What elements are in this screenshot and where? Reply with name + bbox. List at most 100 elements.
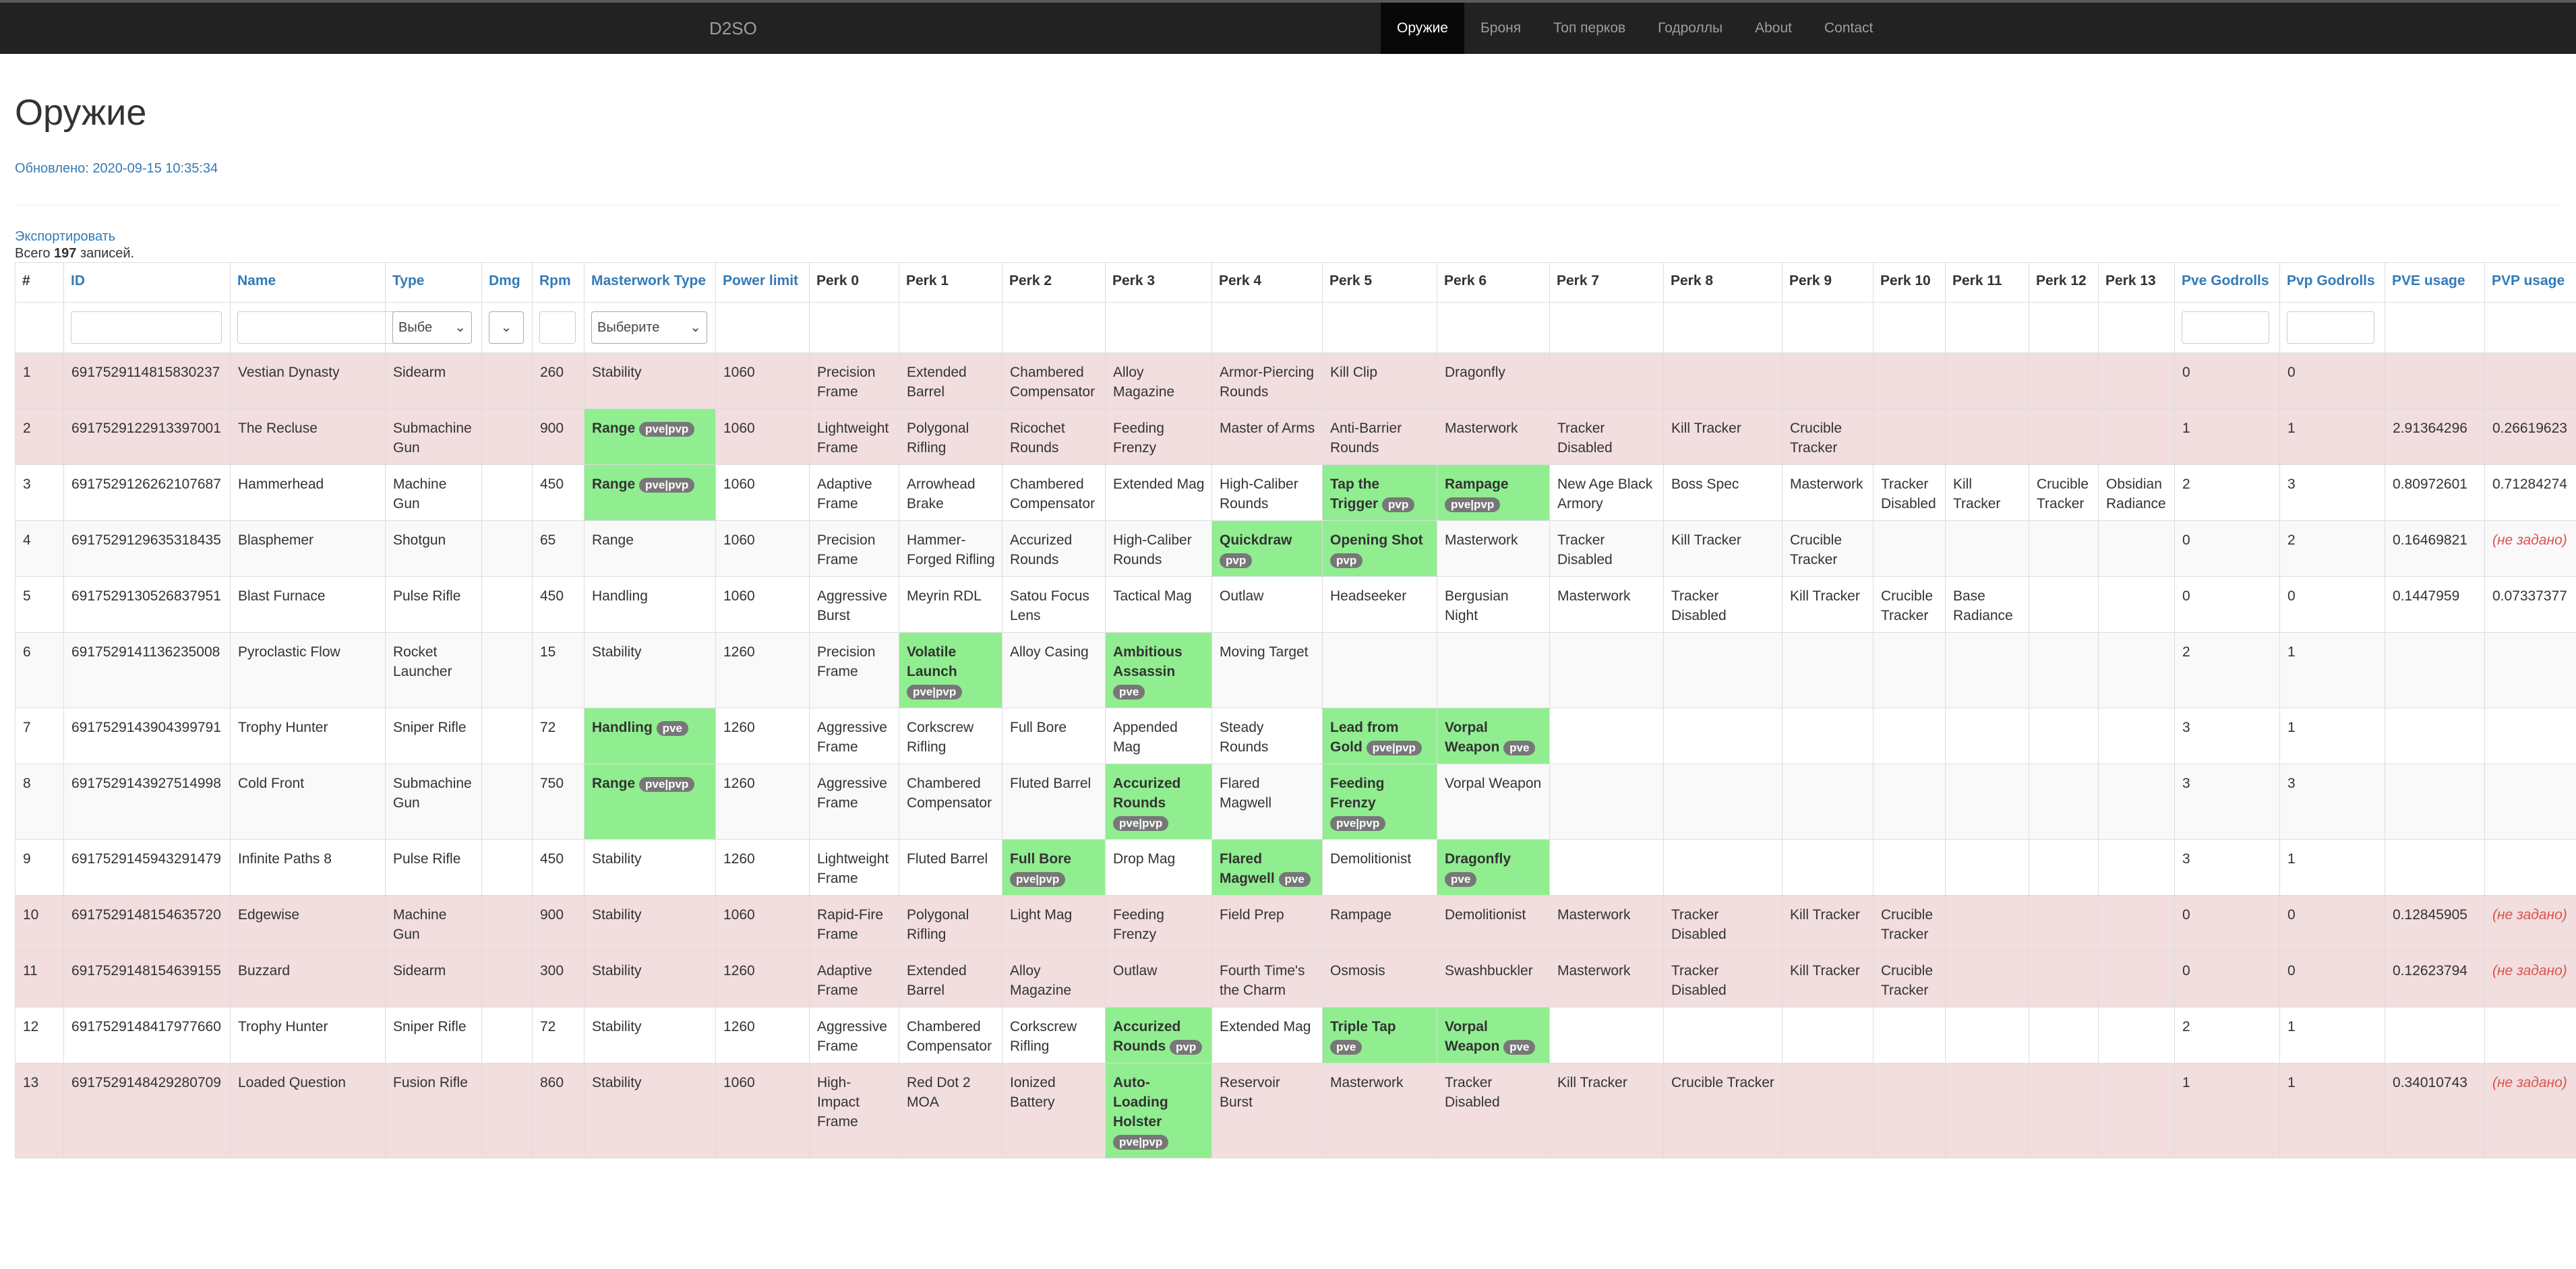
column-header[interactable]: Power limit [715,262,810,303]
table-cell: Ionized Battery [1002,1063,1106,1158]
cell-text: Chambered Compensator [907,776,992,811]
table-cell: The Recluse [230,408,386,465]
table-cell [1873,764,1946,840]
table-cell: Bergusian Night [1437,576,1550,633]
cell-text: Range [592,532,634,548]
column-header[interactable]: PVP usage [2484,262,2576,303]
nav-item-contact[interactable]: Contact [1808,3,1889,54]
nav-item-weapons[interactable]: Оружие [1381,3,1464,54]
cell-text: 1 [2287,1075,2296,1090]
cell-text: Auto-Loading Holster [1113,1075,1168,1129]
cell-text: 1260 [723,851,755,867]
cell-text: Submachine Gun [393,776,472,811]
cell-text: Masterwork [1557,963,1631,979]
column-header[interactable]: ID [63,262,231,303]
table-cell [1945,1007,2029,1063]
cell-text: Edgewise [238,907,300,923]
nav-item-about[interactable]: About [1739,3,1808,54]
table-cell: Trophy Hunter [230,1007,386,1063]
table-cell: Crucible Tracker [1873,951,1946,1008]
filter-cell [899,302,1002,353]
filter-cell [1105,302,1212,353]
filter-id-input[interactable] [71,311,222,344]
column-header[interactable]: Dmg [481,262,533,303]
cell-text: The Recluse [238,421,318,436]
table-cell: High-Impact Frame [809,1063,899,1158]
cell-text: Precision Frame [817,644,876,679]
filter-type-select[interactable]: Выбе ⌄ [392,311,472,344]
column-header[interactable]: Name [230,262,386,303]
column-header[interactable]: Pvp Godrolls [2279,262,2385,303]
cell-text: Infinite Paths 8 [238,851,332,867]
filter-masterwork-select[interactable]: Выберите ⌄ [591,311,707,344]
cell-text: Fusion Rifle [393,1075,468,1090]
cell-text: Rampage [1330,907,1392,923]
cell-text: Masterwork [1557,588,1631,604]
cell-text: 0 [2182,365,2190,380]
table-cell: Feeding Frenzy pve|pvp [1322,764,1437,840]
column-header[interactable]: Pve Godrolls [2174,262,2280,303]
nav-item-armor[interactable]: Броня [1464,3,1537,54]
cell-text: Moving Target [1220,644,1309,660]
cell-text: 72 [540,720,556,735]
table-cell: Aggressive Frame [809,708,899,764]
column-header[interactable]: Masterwork Type [584,262,716,303]
cell-text: Outlaw [1113,963,1158,979]
cell-text: Extended Barrel [907,963,967,998]
brand-link[interactable]: D2SO [709,3,757,54]
table-cell: Armor-Piercing Rounds [1211,352,1323,409]
cell-text: Precision Frame [817,532,876,567]
table-cell [481,352,533,409]
cell-text: Full Bore [1010,851,1072,867]
table-cell: Aggressive Burst [809,576,899,633]
column-header[interactable]: Type [385,262,482,303]
table-cell: (не задано) [2484,895,2576,952]
mode-badge: pve|pvp [907,685,963,700]
cell-text: 12 [23,1019,39,1034]
mode-badge: pve|pvp [639,422,695,437]
table-cell [2029,576,2099,633]
table-cell: Opening Shot pvp [1322,520,1437,577]
table-cell: Light Mag [1002,895,1106,952]
table-cell: Edgewise [230,895,386,952]
cell-text: Opening Shot [1330,532,1423,548]
nav-item-godrolls[interactable]: Годроллы [1642,3,1739,54]
export-link[interactable]: Экспортировать [15,228,2561,245]
table-cell: 0.12845905 [2385,895,2485,952]
cell-text: Tap the Trigger [1330,476,1380,512]
filter-pvp-godrolls-input[interactable] [2287,311,2374,344]
table-cell: Sidearm [385,951,482,1008]
cell-text: Dragonfly [1445,851,1511,867]
cell-text: 0.26619623 [2492,421,2567,436]
table-cell: 2 [2279,520,2385,577]
mode-badge: pve [1445,872,1477,887]
table-cell: Tactical Mag [1105,576,1212,633]
cell-text: Alloy Magazine [1010,963,1072,998]
cell-text: Buzzard [238,963,291,979]
cell-text: Aggressive Frame [817,776,887,811]
table-cell: Precision Frame [809,520,899,577]
table-cell: 1060 [715,408,810,465]
table-cell: 3 [15,464,64,521]
chevron-down-icon: ⌄ [500,319,512,335]
table-cell [1549,1007,1664,1063]
filter-dmg-select[interactable]: ⌄ [489,311,524,344]
column-header[interactable]: PVE usage [2385,262,2485,303]
table-cell: Tracker Disabled [1873,464,1946,521]
cell-text: 6917529145943291479 [71,851,221,867]
table-cell [1873,352,1946,409]
table-cell: Rocket Launcher [385,632,482,708]
table-cell: Vorpal Weapon pve [1437,708,1550,764]
cell-text: Aggressive Frame [817,720,887,755]
cell-text: Master of Arms [1220,421,1315,436]
table-cell: Vorpal Weapon [1437,764,1550,840]
cell-text: 1 [2287,851,2296,867]
column-header[interactable]: Rpm [532,262,585,303]
table-cell: Tracker Disabled [1549,520,1664,577]
nav-item-top-perks[interactable]: Топ перков [1537,3,1642,54]
table-cell: Infinite Paths 8 [230,839,386,896]
filter-rpm-input[interactable] [539,311,576,344]
filter-pve-godrolls-input[interactable] [2182,311,2269,344]
table-cell: 4 [15,520,64,577]
weapons-table: # ID Name Type Dmg Rpm Masterwork Type Power li… [15,262,2576,1158]
